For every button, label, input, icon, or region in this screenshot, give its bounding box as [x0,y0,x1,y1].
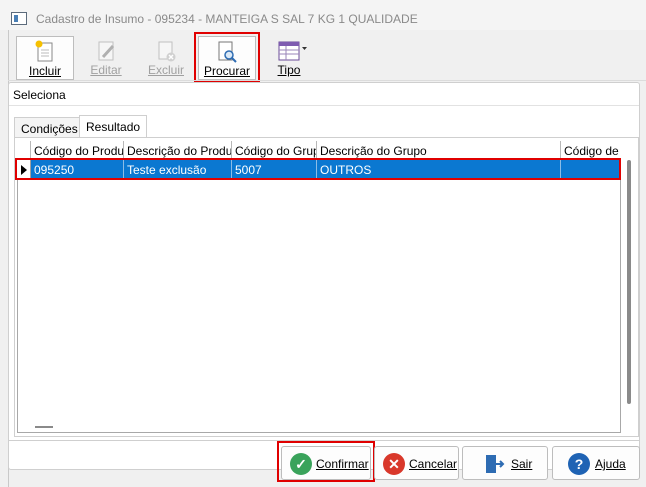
cancel-icon: ✕ [383,453,405,475]
delete-document-icon [155,39,177,63]
app-icon [11,12,27,25]
incluir-label: Incluir [28,64,61,78]
tipo-button[interactable]: Tipo [262,36,316,80]
sair-button[interactable]: Sair [462,446,548,480]
vertical-scrollbar-thumb[interactable] [627,160,631,404]
results-grid[interactable] [17,141,621,433]
edit-icon [95,39,117,63]
new-document-icon [34,40,56,64]
tab-condicoes[interactable]: Condições [14,117,85,137]
tab-resultado[interactable]: Resultado [79,115,148,138]
exit-door-icon [483,453,505,475]
cancelar-label: Cancelar [409,457,458,471]
help-icon: ? [568,453,590,475]
confirmar-highlight [277,441,375,482]
horizontal-scrollbar-thumb[interactable] [35,426,53,428]
row-highlight [15,158,621,180]
window-title: Cadastro de Insumo - 095234 - MANTEIGA S… [36,12,418,26]
sair-label: Sair [511,457,533,471]
column-header-codigo-grupo[interactable]: Código do Grupo [232,141,317,159]
editar-button[interactable]: Editar [77,36,135,80]
column-header-descricao-grupo[interactable]: Descrição do Grupo [317,141,561,159]
panel-heading-divider [9,105,639,106]
panel-heading: Seleciona [13,88,66,102]
grid-header: Código do Produto Descrição do Produto C… [17,141,621,159]
title-bar: Cadastro de Insumo - 095234 - MANTEIGA S… [0,0,646,30]
ajuda-label: Ajuda [595,457,626,471]
table-view-icon [278,39,307,63]
excluir-label: Excluir [147,63,184,77]
excluir-button[interactable]: Excluir [137,36,195,80]
column-header-descricao-produto[interactable]: Descrição do Produto [124,141,232,159]
column-header-codigo-produto[interactable]: Código do Produto [31,141,124,159]
indicator-column-header [17,141,31,159]
tipo-label: Tipo [277,63,301,77]
ajuda-button[interactable]: ? Ajuda [552,446,640,480]
procurar-highlight [194,32,260,83]
editar-label: Editar [90,63,122,77]
toolbar-divider [8,80,646,81]
column-header-codigo-e[interactable]: Código de E [561,141,621,159]
cancelar-button[interactable]: ✕ Cancelar [374,446,459,480]
incluir-button[interactable]: Incluir [16,36,74,80]
